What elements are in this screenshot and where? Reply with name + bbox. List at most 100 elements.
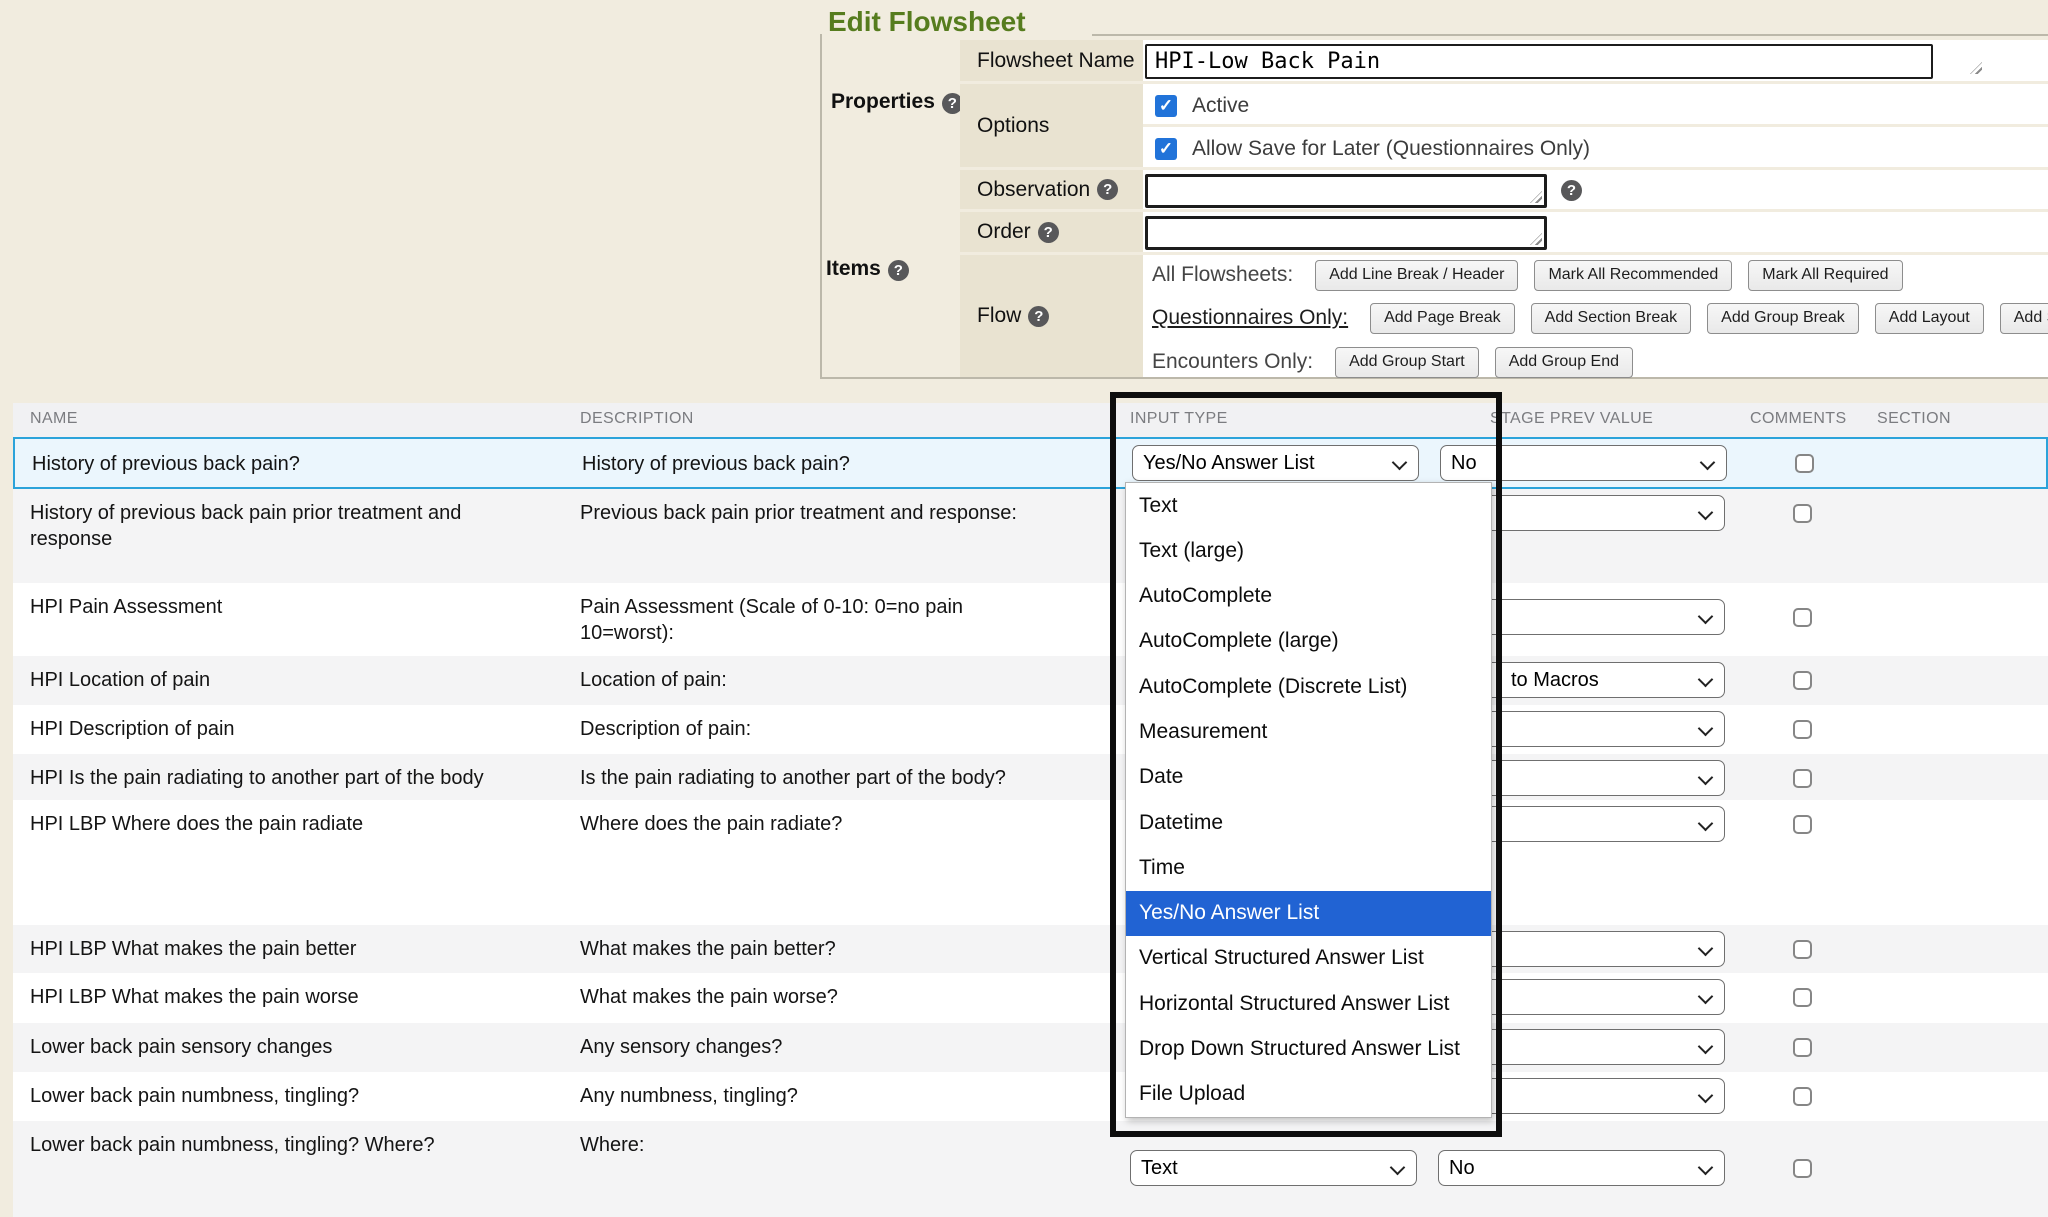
order-label: Order? <box>960 212 1143 255</box>
comments-checkbox[interactable] <box>1795 454 1814 473</box>
allow-save-checkbox-label: Allow Save for Later (Questionnaires Onl… <box>1192 137 1590 161</box>
help-icon[interactable]: ? <box>1561 180 1582 201</box>
column-header-stage-prev-value: STAGE PREV VALUE <box>1490 410 1653 428</box>
table-row[interactable]: HPI Pain Assessment Pain Assessment (Sca… <box>13 583 2048 656</box>
table-row[interactable]: Lower back pain sensory changes Any sens… <box>13 1023 2048 1072</box>
flow-label-text: Flow <box>977 304 1021 328</box>
item-name-cell: HPI Is the pain radiating to another par… <box>30 765 540 791</box>
stage-prev-value-select[interactable]: No <box>1440 445 1727 481</box>
stage-prev-value: to Macros <box>1511 669 1599 692</box>
item-name-cell: HPI Description of pain <box>30 716 540 742</box>
table-row[interactable]: History of previous back pain? History o… <box>13 437 2048 489</box>
input-type-select[interactable]: Yes/No Answer List <box>1132 445 1419 481</box>
dropdown-option[interactable]: Time <box>1126 845 1491 890</box>
observation-input[interactable] <box>1145 174 1547 208</box>
stage-prev-value: No <box>1449 1157 1475 1180</box>
chevron-down-icon <box>1698 989 1714 1005</box>
active-checkbox[interactable] <box>1155 95 1177 117</box>
comments-checkbox[interactable] <box>1793 815 1812 834</box>
flow-button[interactable]: Add Section Break <box>1531 303 1692 334</box>
dropdown-option[interactable]: Drop Down Structured Answer List <box>1126 1026 1491 1071</box>
table-row[interactable]: Lower back pain numbness, tingling? Any … <box>13 1072 2048 1121</box>
dropdown-option[interactable]: AutoComplete (large) <box>1126 619 1491 664</box>
comments-checkbox[interactable] <box>1793 608 1812 627</box>
help-icon[interactable]: ? <box>1097 179 1118 200</box>
item-description-cell: Where does the pain radiate? <box>580 811 1030 837</box>
items-group-label: Items? <box>826 257 909 281</box>
dropdown-option[interactable]: Datetime <box>1126 800 1491 845</box>
flow-button[interactable]: Add Layout <box>1875 303 1984 334</box>
flowsheet-name-input[interactable]: HPI-Low Back Pain <box>1145 44 1933 79</box>
flow-button[interactable]: Add Group End <box>1495 347 1633 378</box>
dropdown-option[interactable]: Text (large) <box>1126 528 1491 573</box>
flow-button[interactable]: Add Group Break <box>1707 303 1859 334</box>
dropdown-option[interactable]: AutoComplete <box>1126 574 1491 619</box>
flow-button[interactable]: Add Line Break / Header <box>1315 260 1518 291</box>
item-description-cell: Pain Assessment (Scale of 0-10: 0=no pai… <box>580 594 1030 646</box>
comments-checkbox[interactable] <box>1793 1159 1812 1178</box>
stage-prev-value: No <box>1451 452 1477 475</box>
item-description-cell: Previous back pain prior treatment and r… <box>580 500 1030 526</box>
flow-button[interactable]: Add Scriptlet <box>2000 303 2048 334</box>
dropdown-option[interactable]: Vertical Structured Answer List <box>1126 936 1491 981</box>
column-header-section: SECTION <box>1877 410 1951 428</box>
chevron-down-icon <box>1390 1160 1406 1176</box>
chevron-down-icon <box>1700 455 1716 471</box>
comments-checkbox[interactable] <box>1793 720 1812 739</box>
table-row[interactable]: Lower back pain numbness, tingling? Wher… <box>13 1121 2048 1217</box>
flow-button[interactable]: Add Page Break <box>1370 303 1515 334</box>
resize-grip-icon[interactable] <box>1530 191 1542 203</box>
flow-button[interactable]: Mark All Required <box>1748 260 1902 291</box>
dropdown-option[interactable]: Measurement <box>1126 709 1491 754</box>
comments-checkbox[interactable] <box>1793 1038 1812 1057</box>
item-description-cell: Description of pain: <box>580 716 1030 742</box>
comments-checkbox[interactable] <box>1793 1087 1812 1106</box>
table-row[interactable]: HPI Location of pain Location of pain: t… <box>13 656 2048 705</box>
help-icon[interactable]: ? <box>1028 306 1049 327</box>
item-name-cell: HPI Location of pain <box>30 667 540 693</box>
dropdown-option[interactable]: Horizontal Structured Answer List <box>1126 981 1491 1026</box>
comments-checkbox[interactable] <box>1793 988 1812 1007</box>
table-row[interactable]: HPI Description of pain Description of p… <box>13 705 2048 754</box>
fieldset-border-top <box>1092 34 2048 36</box>
table-row[interactable]: HPI LBP What makes the pain worse What m… <box>13 973 2048 1023</box>
encounters-only-label: Encounters Only: <box>1152 350 1313 374</box>
comments-checkbox[interactable] <box>1793 671 1812 690</box>
dropdown-option[interactable]: Date <box>1126 755 1491 800</box>
flow-label: Flow? <box>960 255 1143 377</box>
all-flowsheets-row: All Flowsheets: Add Line Break / Header M… <box>1152 257 1903 293</box>
resize-grip-icon[interactable] <box>1970 62 1982 74</box>
flow-button[interactable]: Mark All Recommended <box>1534 260 1732 291</box>
flow-button[interactable]: Add Group Start <box>1335 347 1479 378</box>
table-row[interactable]: HPI LBP What makes the pain better What … <box>13 925 2048 973</box>
comments-checkbox[interactable] <box>1793 940 1812 959</box>
item-description-cell: What makes the pain better? <box>580 936 1030 962</box>
all-flowsheets-label: All Flowsheets: <box>1152 263 1293 287</box>
flowsheet-name-cell: HPI-Low Back Pain <box>1143 40 2048 84</box>
properties-label-text: Properties <box>831 90 935 113</box>
help-icon[interactable]: ? <box>888 260 909 281</box>
option-allow-save-cell: Allow Save for Later (Questionnaires Onl… <box>1143 127 2048 170</box>
order-label-text: Order <box>977 220 1031 244</box>
item-name-cell: HPI LBP What makes the pain better <box>30 936 540 962</box>
column-header-name: NAME <box>30 410 78 428</box>
order-input[interactable] <box>1145 216 1547 250</box>
table-row[interactable]: HPI Is the pain radiating to another par… <box>13 754 2048 800</box>
allow-save-checkbox[interactable] <box>1155 138 1177 160</box>
item-name-cell: HPI LBP What makes the pain worse <box>30 984 540 1010</box>
input-type-select[interactable]: Text <box>1130 1150 1417 1186</box>
active-checkbox-label: Active <box>1192 94 1249 118</box>
table-row[interactable]: History of previous back pain prior trea… <box>13 489 2048 583</box>
resize-grip-icon[interactable] <box>1530 233 1542 245</box>
dropdown-option[interactable]: Yes/No Answer List <box>1126 891 1491 936</box>
dropdown-option[interactable]: File Upload <box>1126 1072 1491 1117</box>
dropdown-option[interactable]: AutoComplete (Discrete List) <box>1126 664 1491 709</box>
dropdown-option[interactable]: Text <box>1126 483 1491 528</box>
chevron-down-icon <box>1698 609 1714 625</box>
stage-prev-value-select[interactable]: No <box>1438 1150 1725 1186</box>
comments-checkbox[interactable] <box>1793 504 1812 523</box>
help-icon[interactable]: ? <box>1038 222 1059 243</box>
options-label: Options <box>960 84 1143 170</box>
table-row[interactable]: HPI LBP Where does the pain radiate Wher… <box>13 800 2048 925</box>
comments-checkbox[interactable] <box>1793 769 1812 788</box>
